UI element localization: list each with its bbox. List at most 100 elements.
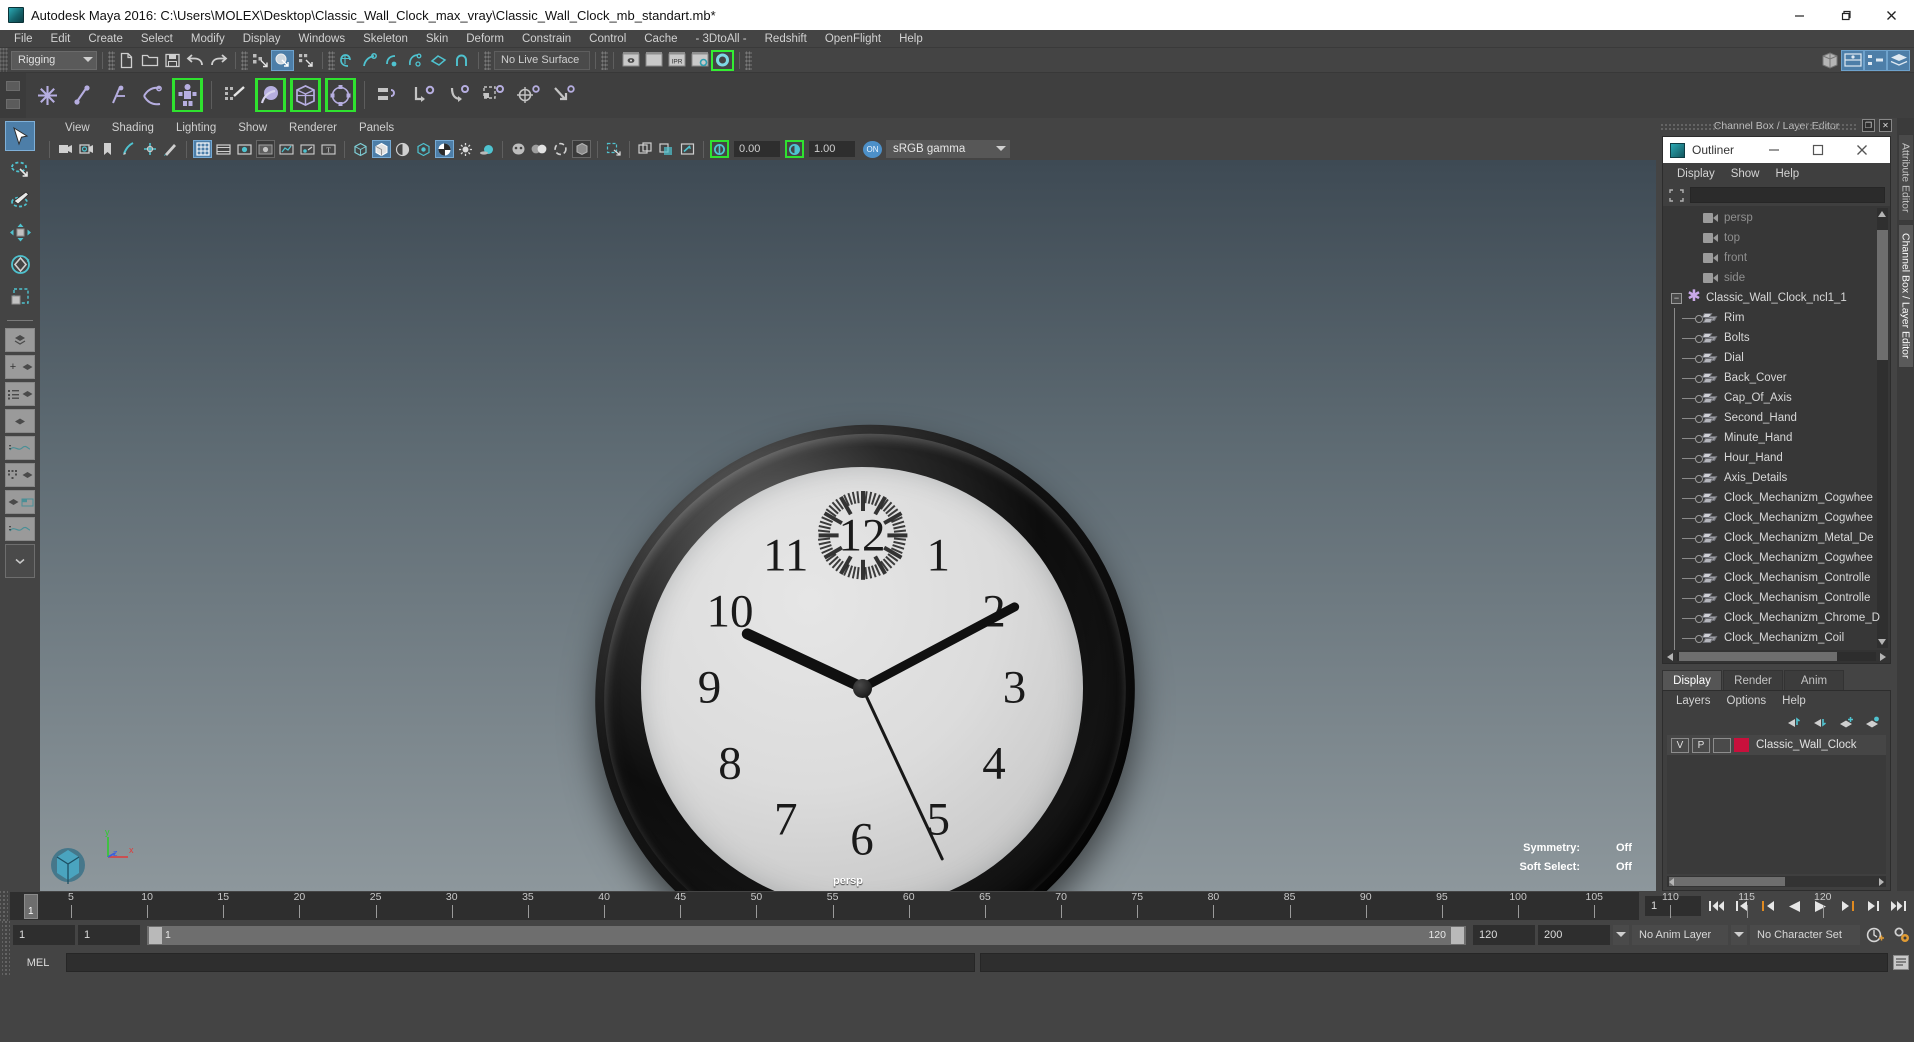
outliner-item-dial[interactable]: Dial — [1663, 348, 1890, 368]
menu-select[interactable]: Select — [132, 30, 182, 48]
outliner-menu-display[interactable]: Display — [1669, 168, 1723, 180]
menu-create[interactable]: Create — [79, 30, 132, 48]
menu-help[interactable]: Help — [890, 30, 932, 48]
move-layer-up-icon[interactable] — [1786, 716, 1802, 729]
layout-outliner-persp-button[interactable] — [5, 382, 35, 406]
layer-display-type-toggle[interactable] — [1713, 737, 1731, 753]
display-layer-list[interactable]: V P Classic_Wall_Clock — [1667, 735, 1886, 874]
menu-constrain[interactable]: Constrain — [513, 30, 580, 48]
open-single-perspective-layout-button[interactable] — [1818, 50, 1841, 71]
viewport-menu-panels[interactable]: Panels — [348, 122, 405, 134]
tab-channel-box-layer-editor[interactable]: Channel Box / Layer Editor — [1897, 224, 1914, 368]
xray-joints-icon[interactable] — [277, 140, 296, 158]
two-d-pan-zoom-icon[interactable] — [140, 140, 159, 158]
snap-magnet-button[interactable] — [450, 50, 473, 71]
scroll-right-icon[interactable] — [1880, 652, 1886, 661]
menu-windows[interactable]: Windows — [289, 30, 354, 48]
open-scene-button[interactable] — [138, 50, 161, 71]
live-surface-field[interactable]: No Live Surface — [494, 50, 590, 70]
shaded-wireframe-icon[interactable] — [393, 140, 412, 158]
gamma-field[interactable]: 1.00 — [809, 141, 855, 157]
outliner-item-axis_details[interactable]: Axis_Details — [1663, 468, 1890, 488]
menu-3dtoall[interactable]: - 3DtoAll - — [687, 30, 756, 48]
playback-options-dropdown[interactable] — [1613, 925, 1629, 945]
render-settings-button[interactable] — [688, 50, 711, 71]
animation-start-field[interactable]: 1 — [13, 925, 75, 945]
layout-graph-editor-button[interactable] — [5, 436, 35, 460]
command-line-grip[interactable] — [2, 949, 10, 976]
outliner-maximize-button[interactable] — [1796, 137, 1840, 163]
outliner-item-clock_mechanizm_coil[interactable]: Clock_Mechanizm_Coil — [1663, 628, 1890, 648]
menu-display[interactable]: Display — [234, 30, 290, 48]
toolbar-handle[interactable] — [745, 50, 752, 70]
collapse-toggle[interactable]: − — [1671, 292, 1682, 304]
toolbar-handle[interactable] — [241, 50, 248, 70]
script-editor-button[interactable] — [1888, 952, 1914, 973]
outliner-item-second_hand[interactable]: Second_Hand — [1663, 408, 1890, 428]
viewport-menu-lighting[interactable]: Lighting — [165, 122, 227, 134]
open-hypergraph-layout-button[interactable] — [1864, 49, 1887, 71]
toolbar-handle[interactable] — [601, 50, 608, 70]
outliner-item-classic_wall_clock_ncl1_1[interactable]: − ✱ Classic_Wall_Clock_ncl1_1 — [1663, 288, 1890, 308]
outliner-item-bolts[interactable]: Bolts — [1663, 328, 1890, 348]
snap-to-grid-button[interactable] — [335, 50, 358, 71]
tab-display[interactable]: Display — [1662, 670, 1722, 690]
toolbar-handle[interactable] — [484, 50, 491, 70]
range-handle-left[interactable] — [149, 926, 162, 944]
classic-wall-clock-model[interactable]: 121234567891011 — [585, 410, 1145, 891]
script-language-label[interactable]: MEL — [10, 957, 66, 969]
outliner-item-clock_mechanizm_cogwhee[interactable]: Clock_Mechanizm_Cogwhee — [1663, 548, 1890, 568]
create-layer-from-selected-icon[interactable] — [1864, 716, 1880, 729]
menu-skeleton[interactable]: Skeleton — [354, 30, 417, 48]
scale-constraint-button[interactable] — [478, 78, 509, 112]
texture-borders-icon[interactable]: T — [319, 140, 338, 158]
outliner-item-rim[interactable]: Rim — [1663, 308, 1890, 328]
viewport-menu-show[interactable]: Show — [227, 122, 278, 134]
tab-anim[interactable]: Anim — [1784, 670, 1844, 690]
time-slider-track[interactable]: 1 5 10 15 20 25 30 35 40 45 50 55 60 65 70 75 80 85 90 95 1… — [10, 891, 1832, 920]
pole-vector-constraint-button[interactable] — [548, 78, 579, 112]
layout-single-pane-button[interactable] — [5, 328, 35, 352]
layout-four-pane-button[interactable]: + — [5, 355, 35, 379]
range-end-field[interactable]: 120 — [1473, 925, 1535, 945]
layer-playback-toggle[interactable]: P — [1692, 737, 1710, 753]
exposure-toggle-icon[interactable] — [710, 140, 729, 158]
color-management-toggle[interactable]: ON — [863, 140, 882, 158]
outliner-item-top[interactable]: top — [1663, 228, 1890, 248]
dock-grip-right[interactable] — [1797, 123, 1857, 130]
image-plane-icon[interactable] — [119, 140, 138, 158]
outliner-menu-help[interactable]: Help — [1768, 168, 1808, 180]
outliner-close-button[interactable] — [1840, 137, 1884, 163]
toolbar-handle[interactable] — [328, 50, 335, 70]
paint-select-tool-button[interactable] — [5, 185, 35, 215]
orient-constraint-button[interactable] — [443, 78, 474, 112]
minimize-button[interactable] — [1776, 0, 1822, 30]
menu-cache[interactable]: Cache — [635, 30, 686, 48]
shadows-icon[interactable] — [477, 140, 496, 158]
move-layer-down-icon[interactable] — [1812, 716, 1828, 729]
outliner-menu-show[interactable]: Show — [1723, 168, 1768, 180]
outliner-item-clock_mechanism_controlle[interactable]: Clock_Mechanism_Controlle — [1663, 588, 1890, 608]
outliner-tree[interactable]: persp top front side − ✱ Classic_Wall_Clock_nc… — [1663, 206, 1890, 650]
gamma-toggle-icon[interactable] — [785, 140, 804, 158]
motion-blur-icon[interactable] — [530, 140, 549, 158]
lasso-tool-button[interactable] — [5, 153, 35, 183]
ipr-render-button[interactable]: IPR — [665, 50, 688, 71]
camera-attributes-icon[interactable] — [77, 140, 96, 158]
layers-menu[interactable]: Layers — [1668, 695, 1719, 707]
wireframe-shading-icon[interactable] — [351, 140, 370, 158]
help-menu[interactable]: Help — [1774, 695, 1814, 707]
maximize-button[interactable] — [1822, 0, 1868, 30]
quick-rig-button[interactable] — [172, 78, 203, 112]
snap-to-point-button[interactable] — [381, 50, 404, 71]
viewport-menu-view[interactable]: View — [54, 122, 101, 134]
range-slider-grip[interactable] — [2, 921, 10, 949]
outliner-item-cap_of_axis[interactable]: Cap_Of_Axis — [1663, 388, 1890, 408]
outliner-item-clock_mechanizm_metal_de[interactable]: Clock_Mechanizm_Metal_De — [1663, 528, 1890, 548]
outliner-item-side[interactable]: side — [1663, 268, 1890, 288]
parent-constraint-button[interactable] — [373, 78, 404, 112]
tear-off-view-icon[interactable] — [657, 140, 676, 158]
rotate-tool-button[interactable] — [5, 249, 35, 279]
texture-shading-icon[interactable] — [435, 140, 454, 158]
toolbar-handle[interactable] — [108, 50, 115, 70]
